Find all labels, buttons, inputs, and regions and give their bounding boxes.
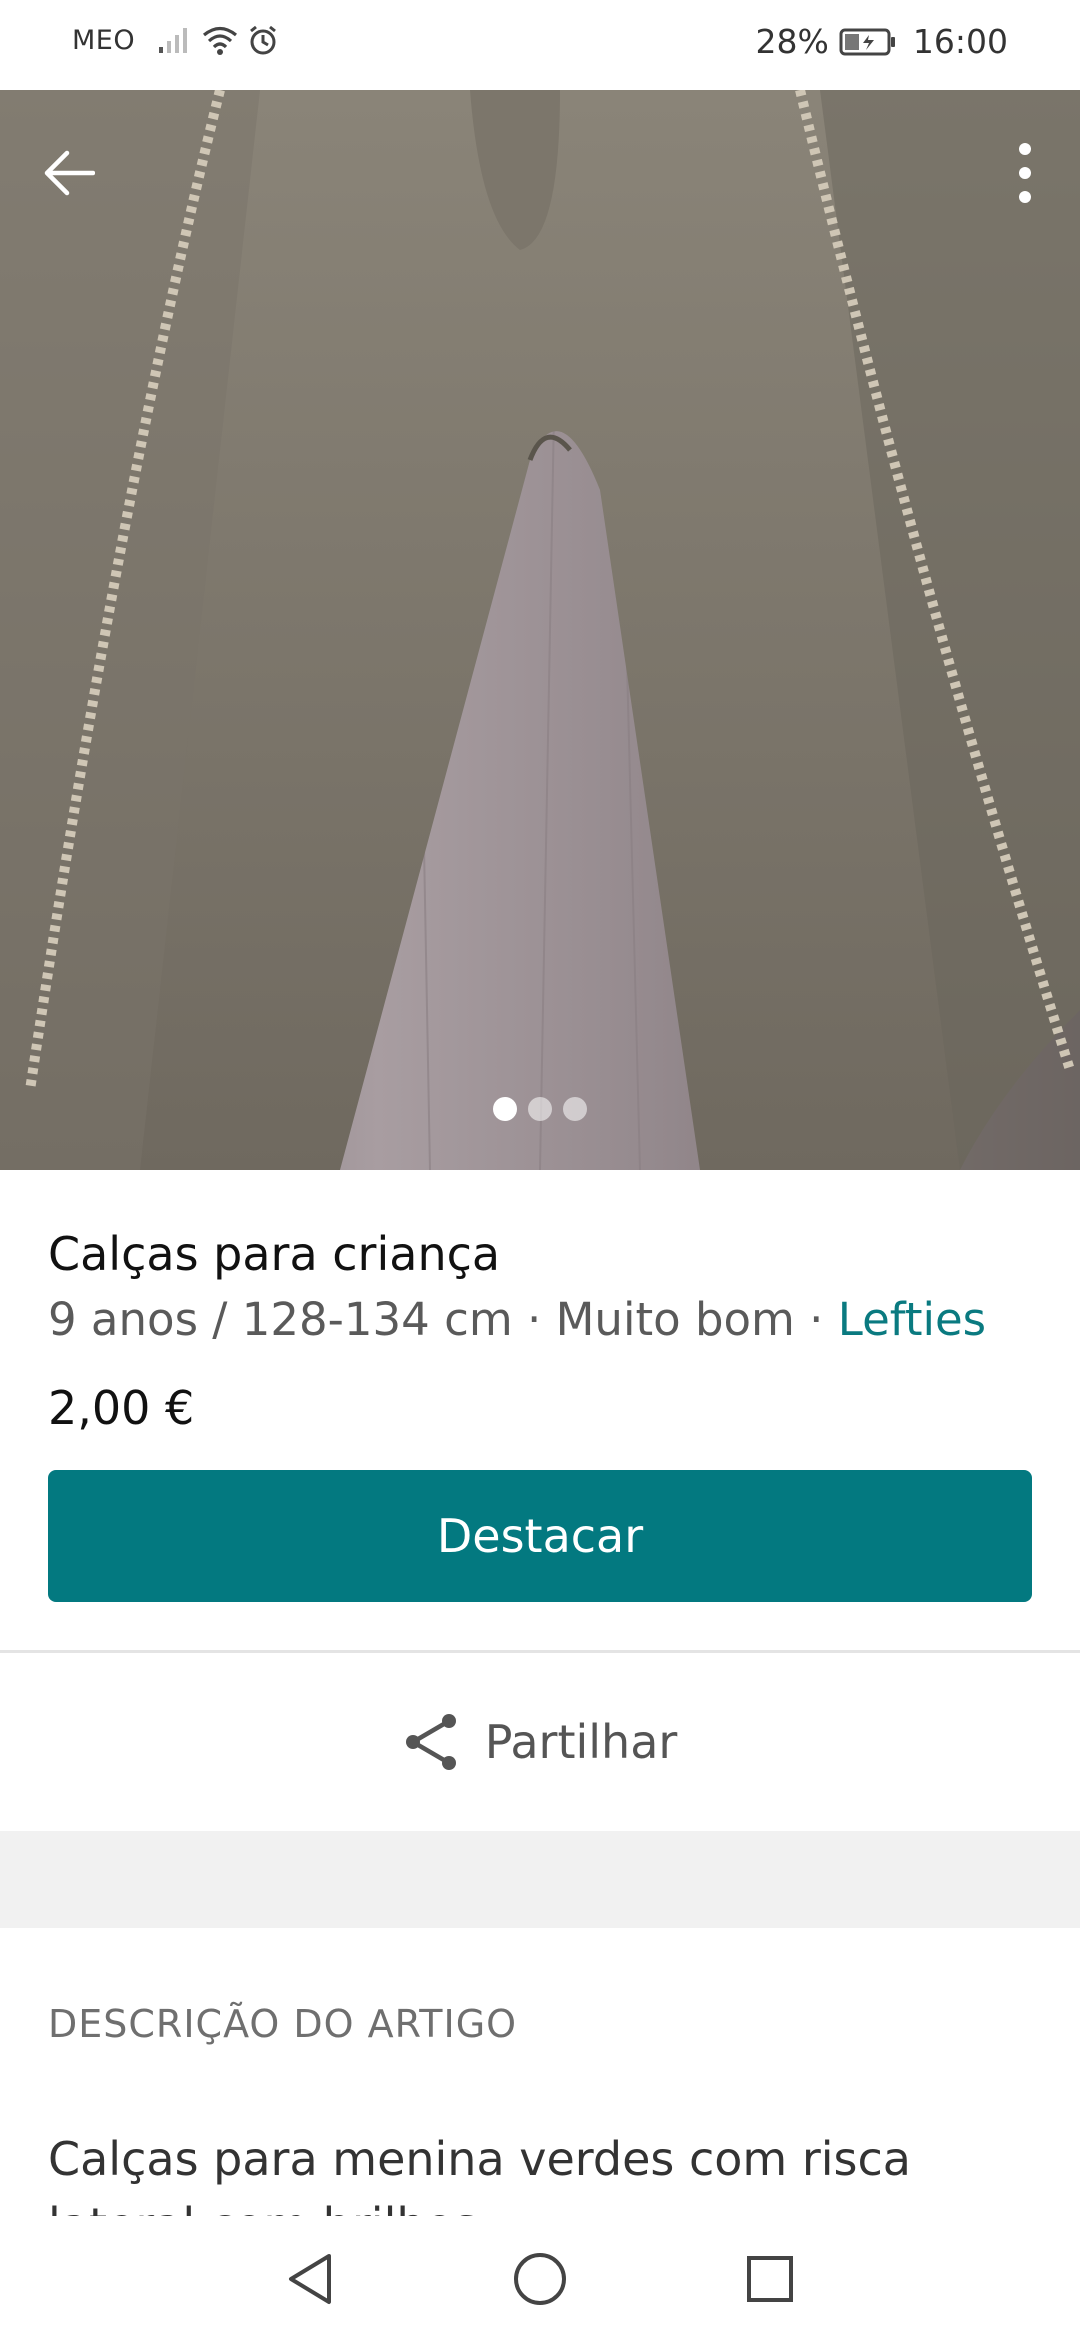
share-icon (405, 1714, 456, 1770)
pagination-dot-active[interactable] (493, 1097, 517, 1121)
battery-percent: 28% (755, 22, 829, 61)
promote-button[interactable]: Destacar (48, 1470, 1032, 1602)
status-right: 28% 16:00 (756, 22, 1008, 61)
pagination-dot[interactable] (528, 1097, 552, 1121)
share-button[interactable]: Partilhar (0, 1653, 1080, 1831)
nav-back-button[interactable] (195, 2218, 425, 2340)
back-button[interactable] (36, 140, 102, 206)
item-price: 2,00 € (48, 1381, 195, 1435)
item-title: Calças para criança (48, 1227, 501, 1281)
square-recents-icon (747, 2256, 793, 2302)
arrow-left-icon (44, 150, 95, 196)
item-attributes: 9 anos / 128-134 cm · Muito bom · Leftie… (48, 1288, 1038, 1352)
attribute-separator: · (794, 1293, 838, 1346)
status-icons (157, 24, 279, 56)
brand-link[interactable]: Lefties (838, 1293, 986, 1346)
more-vertical-icon (1019, 143, 1031, 203)
item-details: Calças para criança 9 anos / 128-134 cm … (48, 1222, 1038, 1440)
nav-home-button[interactable] (425, 2218, 655, 2340)
alarm-icon (250, 25, 277, 55)
item-condition: Muito bom (555, 1293, 795, 1346)
status-bar: MEO 28% 16:00 (0, 0, 1080, 90)
signal-icon (159, 28, 188, 53)
gallery-pagination (0, 1097, 1080, 1121)
description-section-title: DESCRIÇÃO DO ARTIGO (48, 2002, 518, 2046)
clock: 16:00 (912, 22, 1008, 61)
triangle-back-icon (289, 2254, 331, 2304)
wifi-icon (203, 26, 238, 55)
section-separator (0, 1831, 1080, 1928)
product-photo (0, 90, 1080, 1170)
product-photo-gallery[interactable] (0, 90, 1080, 1170)
pagination-dot[interactable] (563, 1097, 587, 1121)
attribute-separator: · (512, 1293, 556, 1346)
item-description: Calças para menina verdes com risca late… (48, 2132, 911, 2216)
circle-home-icon (514, 2253, 566, 2305)
battery-icon (839, 28, 895, 55)
status-left: MEO (72, 24, 279, 56)
share-label: Partilhar (484, 1715, 678, 1769)
item-size: 9 anos / 128-134 cm (48, 1293, 513, 1346)
more-options-button[interactable] (992, 140, 1058, 206)
nav-recents-button[interactable] (655, 2218, 885, 2340)
system-navigation-bar (0, 2218, 1080, 2340)
carrier-name: MEO (72, 24, 136, 56)
